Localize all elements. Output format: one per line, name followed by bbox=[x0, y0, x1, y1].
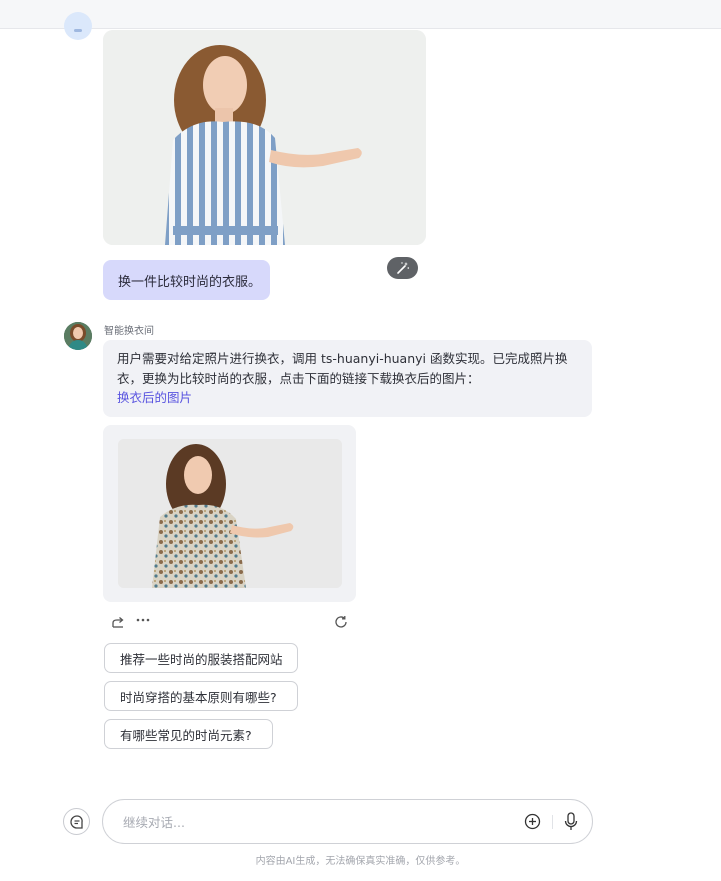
chat-input[interactable] bbox=[123, 812, 503, 832]
top-bar bbox=[0, 0, 721, 29]
regenerate-button[interactable] bbox=[333, 614, 349, 630]
bot-name: 智能换衣间 bbox=[104, 326, 154, 337]
voice-input-button[interactable] bbox=[564, 812, 578, 831]
uploaded-photo[interactable] bbox=[103, 30, 426, 245]
composer-divider bbox=[552, 815, 553, 829]
add-attachment-button[interactable] bbox=[524, 813, 541, 830]
bot-avatar bbox=[64, 322, 92, 350]
plus-circle-icon bbox=[524, 813, 541, 830]
microphone-icon bbox=[564, 812, 578, 830]
edit-image-button[interactable] bbox=[387, 257, 418, 279]
magic-wand-icon bbox=[396, 262, 409, 274]
bot-message-bubble: 用户需要对给定照片进行换衣，调用 ts-huanyi-huanyi 函数实现。已… bbox=[103, 340, 592, 417]
suggestion-chip[interactable]: 有哪些常见的时尚元素? bbox=[104, 719, 273, 749]
chat-mode-icon bbox=[69, 814, 83, 829]
result-photo[interactable] bbox=[118, 439, 342, 588]
share-button[interactable] bbox=[110, 614, 126, 630]
user-message-bubble: 换一件比较时尚的衣服。 bbox=[103, 260, 270, 300]
more-options-button[interactable] bbox=[134, 612, 152, 628]
ai-disclaimer: 内容由AI生成，无法确保真实准确，仅供参考。 bbox=[255, 856, 466, 867]
share-icon bbox=[112, 617, 124, 628]
suggestion-chip[interactable]: 推荐一些时尚的服装搭配网站 bbox=[104, 643, 298, 673]
result-image-link[interactable]: 换衣后的图片 bbox=[117, 388, 578, 408]
chat-composer bbox=[102, 799, 593, 844]
new-chat-button[interactable] bbox=[63, 808, 90, 835]
more-icon bbox=[136, 618, 150, 622]
refresh-icon bbox=[335, 616, 347, 628]
user-avatar bbox=[64, 12, 92, 40]
suggestion-chip[interactable]: 时尚穿搭的基本原则有哪些? bbox=[104, 681, 298, 711]
bot-reply-text: 用户需要对给定照片进行换衣，调用 ts-huanyi-huanyi 函数实现。已… bbox=[117, 351, 568, 386]
